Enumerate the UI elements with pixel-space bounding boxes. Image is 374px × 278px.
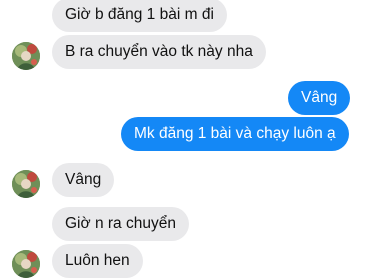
message-bubble-incoming[interactable]: Vâng (52, 163, 115, 197)
message-bubble-incoming[interactable]: Giờ b đăng 1 bài m đi (52, 0, 227, 32)
contact-avatar-icon[interactable] (12, 170, 40, 198)
message-bubble-outgoing[interactable]: Mk đăng 1 bài và chạy luôn ạ (121, 117, 349, 151)
contact-avatar-icon[interactable] (12, 250, 40, 278)
message-bubble-outgoing[interactable]: Vâng (288, 81, 351, 115)
message-bubble-incoming[interactable]: B ra chuyển vào tk này nha (52, 35, 266, 69)
message-bubble-incoming[interactable]: Giờ n ra chuyển (52, 207, 189, 241)
message-bubble-incoming[interactable]: Luôn hen (52, 244, 143, 278)
contact-avatar-icon[interactable] (12, 42, 40, 70)
